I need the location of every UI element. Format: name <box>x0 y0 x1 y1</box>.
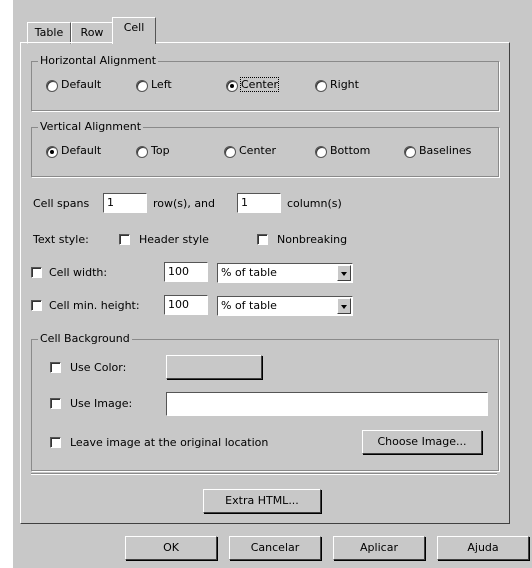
cell-width-unit-value: % of table <box>221 266 277 279</box>
v-bottom-label: Bottom <box>330 144 371 157</box>
image-path-input[interactable] <box>166 392 488 416</box>
cell-min-height-label: Cell min. height: <box>49 299 140 312</box>
h-left-radio[interactable] <box>136 80 148 92</box>
header-style-checkbox[interactable] <box>119 234 130 245</box>
v-baselines-label: Baselines <box>419 144 472 157</box>
cell-width-input[interactable]: 100 <box>164 262 208 282</box>
cancel-button[interactable]: Cancelar <box>229 536 321 560</box>
cell-background-group: Cell Background Use Color: Use Image: Le… <box>31 332 499 471</box>
help-button[interactable]: Ajuda <box>437 536 529 560</box>
color-swatch-button[interactable] <box>166 355 262 379</box>
cell-min-height-checkbox[interactable] <box>31 300 42 311</box>
h-right-radio[interactable] <box>315 80 327 92</box>
dropdown-arrow-icon[interactable] <box>337 298 351 314</box>
ok-button[interactable]: OK <box>125 536 217 560</box>
tab-table[interactable]: Table <box>27 22 71 44</box>
use-color-label: Use Color: <box>70 361 127 374</box>
cell-tab-panel: Horizontal Alignment Default Left Center… <box>20 42 510 524</box>
v-default-radio[interactable] <box>46 146 58 158</box>
cell-min-height-input[interactable]: 100 <box>164 295 208 315</box>
vertical-alignment-group: Vertical Alignment Default Top Center Bo… <box>31 120 499 177</box>
row-span-input[interactable]: 1 <box>103 193 147 213</box>
cell-width-checkbox[interactable] <box>31 267 42 278</box>
use-image-checkbox[interactable] <box>50 398 61 409</box>
v-top-label: Top <box>151 144 170 157</box>
cell-background-legend: Cell Background <box>38 332 132 345</box>
rows-label: row(s), and <box>153 197 216 210</box>
choose-image-button[interactable]: Choose Image... <box>362 430 482 454</box>
use-color-checkbox[interactable] <box>50 362 61 373</box>
h-center-label: Center <box>239 77 280 92</box>
selected-dot-icon <box>230 84 234 88</box>
extra-html-button[interactable]: Extra HTML... <box>203 489 321 513</box>
vertical-alignment-legend: Vertical Alignment <box>38 120 144 133</box>
h-default-radio[interactable] <box>46 80 58 92</box>
nonbreaking-label: Nonbreaking <box>277 233 348 246</box>
selected-dot-icon <box>50 150 54 154</box>
column-span-input[interactable]: 1 <box>237 193 281 213</box>
v-center-radio[interactable] <box>224 146 236 158</box>
cell-width-label: Cell width: <box>49 266 108 279</box>
tab-cell[interactable]: Cell <box>112 17 156 44</box>
dropdown-arrow-icon[interactable] <box>337 265 351 281</box>
v-bottom-radio[interactable] <box>315 146 327 158</box>
tab-row[interactable]: Row <box>71 22 113 44</box>
nonbreaking-checkbox[interactable] <box>257 234 268 245</box>
h-default-label: Default <box>61 78 102 91</box>
h-right-label: Right <box>330 78 359 91</box>
leave-image-label: Leave image at the original location <box>70 436 269 449</box>
horizontal-alignment-legend: Horizontal Alignment <box>38 54 159 67</box>
table-properties-dialog: Table Row Cell Horizontal Alignment Defa… <box>13 0 532 568</box>
v-default-label: Default <box>61 144 102 157</box>
use-image-label: Use Image: <box>70 397 133 410</box>
apply-button[interactable]: Aplicar <box>333 536 425 560</box>
v-baselines-radio[interactable] <box>404 146 416 158</box>
v-top-radio[interactable] <box>136 146 148 158</box>
leave-image-checkbox[interactable] <box>50 437 61 448</box>
h-left-label: Left <box>151 78 172 91</box>
columns-label: column(s) <box>287 197 342 210</box>
text-style-label: Text style: <box>33 233 89 246</box>
cell-width-unit-select[interactable]: % of table <box>217 263 353 283</box>
cell-spans-label: Cell spans <box>33 197 90 210</box>
cell-min-height-unit-select[interactable]: % of table <box>217 296 353 316</box>
panel-separator <box>31 473 497 475</box>
h-center-radio[interactable] <box>226 80 238 92</box>
header-style-label: Header style <box>139 233 209 246</box>
horizontal-alignment-group: Horizontal Alignment Default Left Center… <box>31 54 499 111</box>
cell-min-height-unit-value: % of table <box>221 299 277 312</box>
v-center-label: Center <box>239 144 277 157</box>
